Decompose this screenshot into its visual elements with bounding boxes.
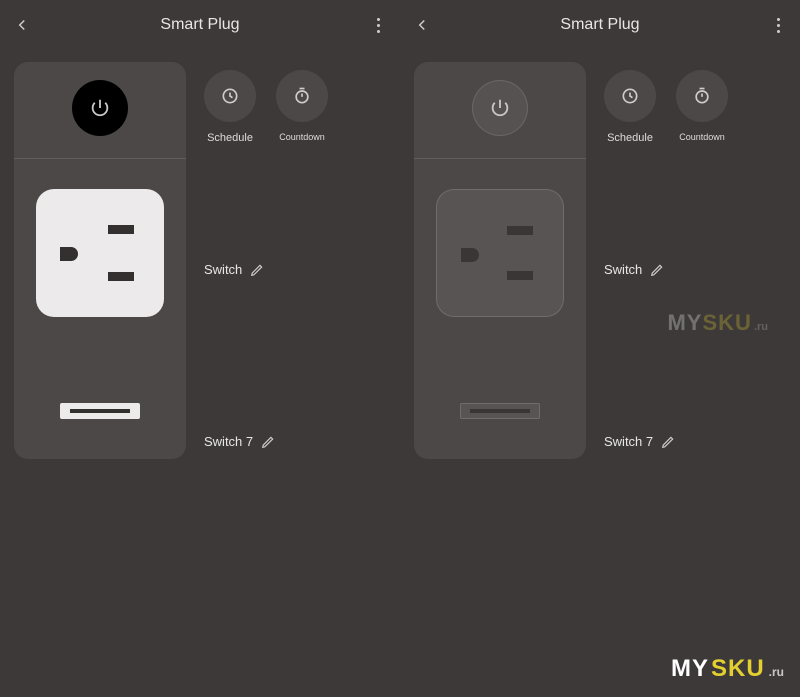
watermark-prefix: MY [671, 655, 709, 683]
pane-off: Smart Plug [400, 0, 800, 697]
switch-1-row[interactable]: Switch [604, 262, 664, 277]
usb-slot-icon [70, 409, 130, 413]
watermark-tld: .ru [769, 665, 784, 679]
more-button[interactable] [366, 13, 390, 37]
outlet-slot-icon [507, 226, 533, 235]
right-column: Schedule Countdown Switch Switch 7 [604, 62, 786, 459]
edit-icon[interactable] [661, 435, 675, 449]
schedule-label: Schedule [607, 132, 653, 144]
outlet-ground-icon [461, 248, 479, 262]
switch-2-row[interactable]: Switch 7 [604, 434, 675, 449]
divider [414, 158, 586, 159]
schedule-button[interactable]: Schedule [604, 70, 656, 144]
countdown-label: Countdown [279, 132, 325, 142]
countdown-label: Countdown [679, 132, 725, 142]
device-card [14, 62, 186, 459]
back-button[interactable] [410, 13, 434, 37]
back-button[interactable] [10, 13, 34, 37]
outlet-slot-icon [507, 271, 533, 280]
outlet-tile[interactable] [436, 189, 564, 317]
power-button[interactable] [72, 80, 128, 136]
schedule-button[interactable]: Schedule [204, 70, 256, 144]
timer-icon [292, 86, 312, 106]
watermark-faint: MY SKU .ru [667, 310, 768, 336]
header: Smart Plug [0, 0, 400, 50]
power-icon [89, 97, 111, 119]
clock-icon [220, 86, 240, 106]
outlet-tile[interactable] [36, 189, 164, 317]
edit-icon[interactable] [650, 263, 664, 277]
content: Schedule Countdown Switch Switch 7 [400, 50, 800, 459]
header: Smart Plug [400, 0, 800, 50]
countdown-button[interactable]: Countdown [676, 70, 728, 144]
outlet-ground-icon [60, 247, 78, 261]
watermark-tld: .ru [754, 321, 768, 333]
usb-tile[interactable] [60, 403, 140, 419]
edit-icon[interactable] [261, 435, 275, 449]
usb-slot-icon [470, 409, 530, 413]
watermark-brand: SKU [702, 310, 751, 336]
countdown-button[interactable]: Countdown [276, 70, 328, 144]
outlet-slot-icon [108, 272, 134, 281]
switch-1-row[interactable]: Switch [204, 262, 264, 277]
edit-icon[interactable] [250, 263, 264, 277]
content: Schedule Countdown Switch Switch 7 [0, 50, 400, 459]
timer-icon [692, 86, 712, 106]
usb-tile[interactable] [460, 403, 540, 419]
switch-2-label: Switch 7 [604, 434, 653, 449]
actions-row: Schedule Countdown [604, 70, 786, 144]
switch-2-label: Switch 7 [204, 434, 253, 449]
watermark-brand: SKU [711, 655, 765, 683]
watermark: MY SKU .ru [671, 655, 784, 683]
switch-1-label: Switch [204, 262, 242, 277]
power-button[interactable] [472, 80, 528, 136]
outlet-slot-icon [108, 225, 134, 234]
page-title: Smart Plug [160, 16, 239, 34]
more-button[interactable] [766, 13, 790, 37]
power-icon [489, 97, 511, 119]
schedule-label: Schedule [207, 132, 253, 144]
divider [14, 158, 186, 159]
pane-on: Smart Plug [0, 0, 400, 697]
switch-1-label: Switch [604, 262, 642, 277]
device-card [414, 62, 586, 459]
right-column: Schedule Countdown Switch Switch 7 [204, 62, 386, 459]
actions-row: Schedule Countdown [204, 70, 386, 144]
page-title: Smart Plug [560, 16, 639, 34]
switch-2-row[interactable]: Switch 7 [204, 434, 275, 449]
watermark-prefix: MY [667, 310, 702, 336]
clock-icon [620, 86, 640, 106]
